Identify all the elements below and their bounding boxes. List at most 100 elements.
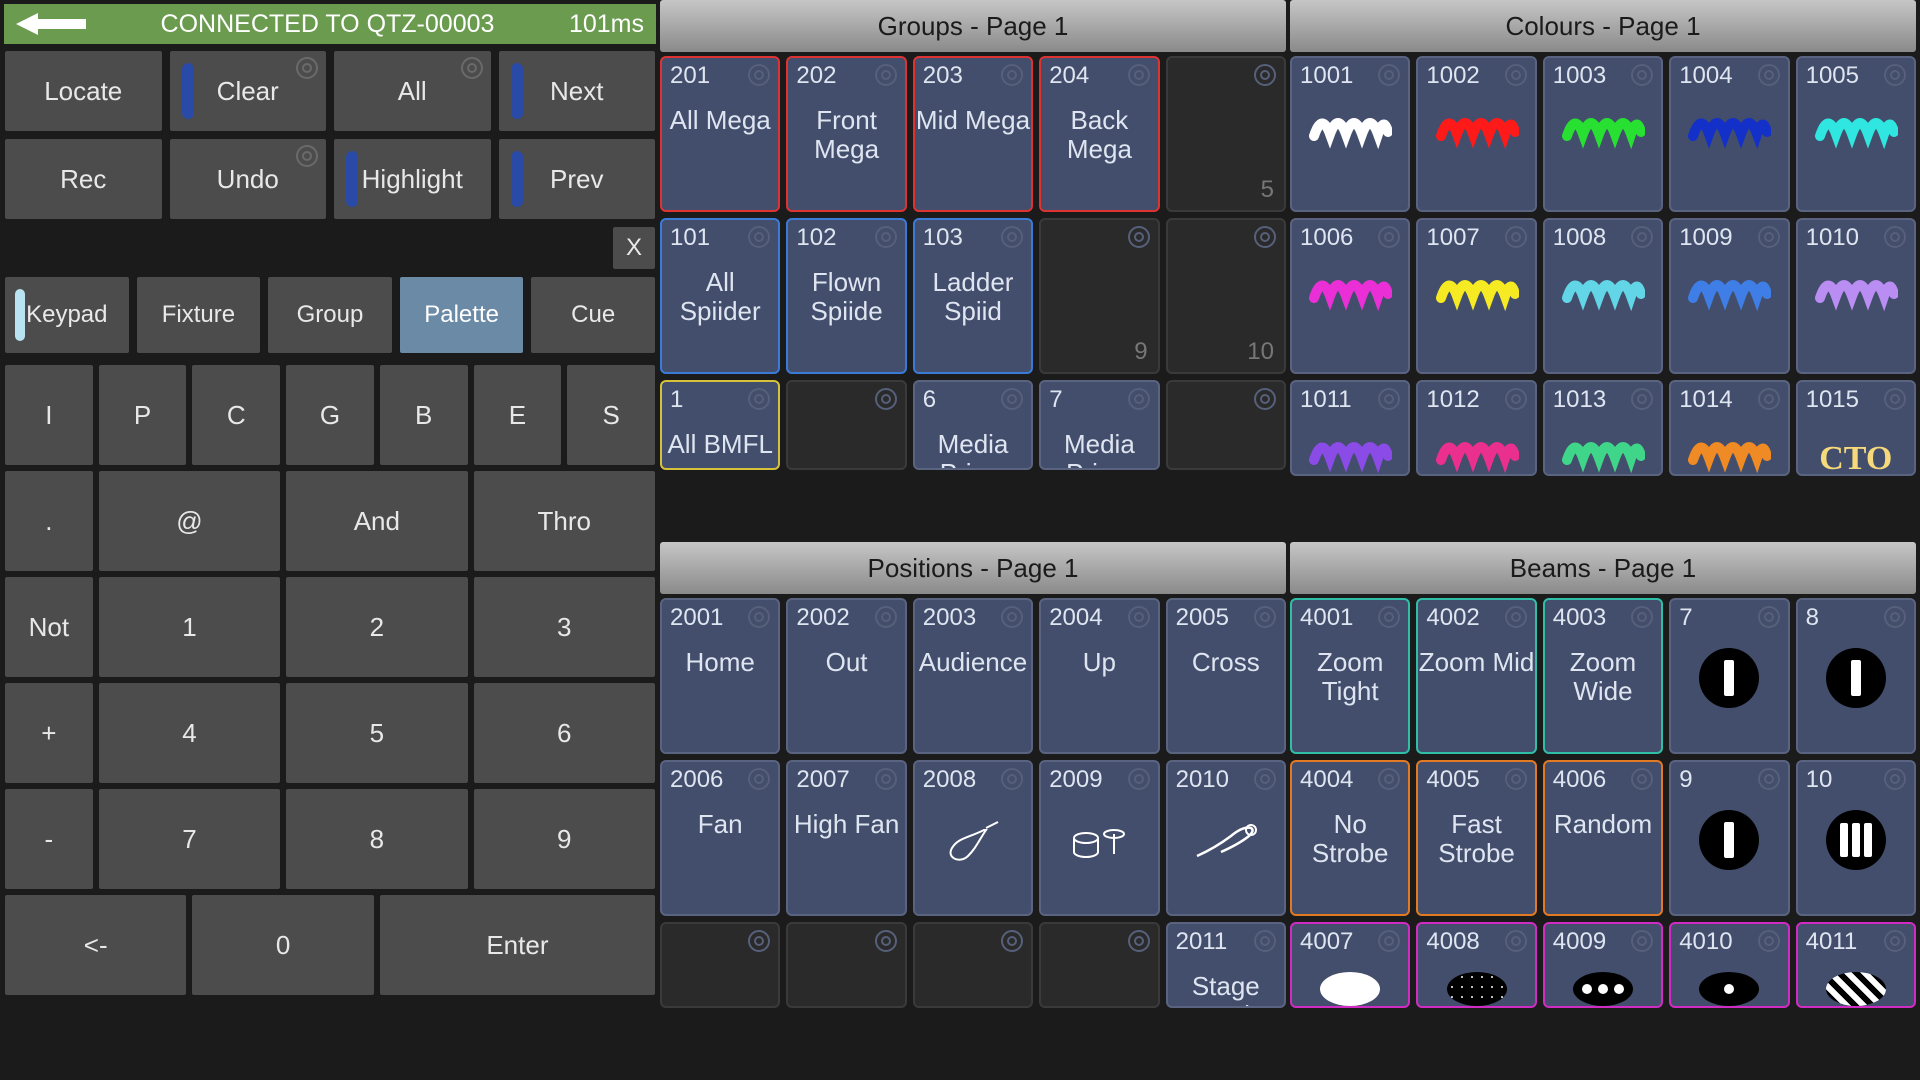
prev-button[interactable]: Prev (498, 138, 657, 220)
palette-cell-empty[interactable] (786, 380, 906, 470)
palette-cell-1004[interactable]: 1004 (1669, 56, 1789, 212)
palette-cell-empty[interactable]: 10 (1166, 218, 1286, 374)
rec-button[interactable]: Rec (4, 138, 163, 220)
palette-cell-7[interactable]: 7 (1669, 598, 1789, 754)
palette-cell-1003[interactable]: 1003 (1543, 56, 1663, 212)
palette-cell-2006[interactable]: 2006Fan (660, 760, 780, 916)
palette-cell-2005[interactable]: 2005Cross (1166, 598, 1286, 754)
clear-button[interactable]: Clear (169, 50, 328, 132)
palette-cell-203[interactable]: 203Mid Mega (913, 56, 1033, 212)
palette-cell-empty[interactable] (1166, 380, 1286, 470)
palette-cell-2008[interactable]: 2008 (913, 760, 1033, 916)
palette-cell-1002[interactable]: 1002 (1416, 56, 1536, 212)
colours-header[interactable]: Colours - Page 1 (1290, 0, 1916, 52)
palette-cell-201[interactable]: 201All Mega (660, 56, 780, 212)
palette-cell-8[interactable]: 8 (1796, 598, 1916, 754)
palette-cell-9[interactable]: 9 (1669, 760, 1789, 916)
key-enter[interactable]: Enter (379, 894, 656, 996)
palette-cell-7[interactable]: 7Media Prism Laver (1039, 380, 1159, 470)
palette-cell-4001[interactable]: 4001Zoom Tight (1290, 598, 1410, 754)
palette-cell-1015[interactable]: 1015CTO (1796, 380, 1916, 476)
palette-cell-4011[interactable]: 4011 (1796, 922, 1916, 1008)
key-+[interactable]: + (4, 682, 94, 784)
palette-cell-4009[interactable]: 4009 (1543, 922, 1663, 1008)
key-2[interactable]: 2 (285, 576, 468, 678)
key-C[interactable]: C (191, 364, 281, 466)
palette-cell-empty[interactable]: 5 (1166, 56, 1286, 212)
palette-cell-10[interactable]: 10 (1796, 760, 1916, 916)
key-Thro[interactable]: Thro (473, 470, 656, 572)
all-button[interactable]: All (333, 50, 492, 132)
highlight-button[interactable]: Highlight (333, 138, 492, 220)
key-8[interactable]: 8 (285, 788, 468, 890)
tab-cue[interactable]: Cue (530, 276, 656, 354)
palette-cell-204[interactable]: 204Back Mega (1039, 56, 1159, 212)
palette-cell-1[interactable]: 1All BMFL (660, 380, 780, 470)
palette-cell-102[interactable]: 102Flown Spiide (786, 218, 906, 374)
palette-cell-4010[interactable]: 4010 (1669, 922, 1789, 1008)
key-back[interactable]: <- (4, 894, 187, 996)
palette-cell-empty[interactable] (660, 922, 780, 1008)
palette-cell-1010[interactable]: 1010 (1796, 218, 1916, 374)
palette-cell-1009[interactable]: 1009 (1669, 218, 1789, 374)
key-7[interactable]: 7 (98, 788, 281, 890)
key-.[interactable]: . (4, 470, 94, 572)
palette-cell-empty[interactable]: 9 (1039, 218, 1159, 374)
palette-cell-4005[interactable]: 4005Fast Strobe (1416, 760, 1536, 916)
palette-cell-103[interactable]: 103Ladder Spiid (913, 218, 1033, 374)
palette-cell-1013[interactable]: 1013 (1543, 380, 1663, 476)
palette-cell-1001[interactable]: 1001 (1290, 56, 1410, 212)
palette-cell-1008[interactable]: 1008 (1543, 218, 1663, 374)
tab-fixture[interactable]: Fixture (136, 276, 262, 354)
palette-cell-2003[interactable]: 2003Audience (913, 598, 1033, 754)
palette-cell-empty[interactable] (1039, 922, 1159, 1008)
palette-cell-1012[interactable]: 1012 (1416, 380, 1536, 476)
tab-palette[interactable]: Palette (399, 276, 525, 354)
positions-header[interactable]: Positions - Page 1 (660, 542, 1286, 594)
close-button[interactable]: X (612, 226, 656, 270)
palette-cell-6[interactable]: 6Media Prism Laver (913, 380, 1033, 470)
beams-header[interactable]: Beams - Page 1 (1290, 542, 1916, 594)
key-B[interactable]: B (379, 364, 469, 466)
undo-button[interactable]: Undo (169, 138, 328, 220)
palette-cell-101[interactable]: 101All Spiider (660, 218, 780, 374)
next-button[interactable]: Next (498, 50, 657, 132)
key-9[interactable]: 9 (473, 788, 656, 890)
palette-cell-4007[interactable]: 4007 (1290, 922, 1410, 1008)
key-I[interactable]: I (4, 364, 94, 466)
palette-cell-1006[interactable]: 1006 (1290, 218, 1410, 374)
connection-bar[interactable]: CONNECTED TO QTZ-00003 101ms (4, 4, 656, 44)
palette-cell-2010[interactable]: 2010 (1166, 760, 1286, 916)
palette-cell-2001[interactable]: 2001Home (660, 598, 780, 754)
palette-cell-1007[interactable]: 1007 (1416, 218, 1536, 374)
palette-cell-4004[interactable]: 4004No Strobe (1290, 760, 1410, 916)
tab-keypad[interactable]: Keypad (4, 276, 130, 354)
palette-cell-4008[interactable]: 4008 (1416, 922, 1536, 1008)
key-5[interactable]: 5 (285, 682, 468, 784)
key-3[interactable]: 3 (473, 576, 656, 678)
palette-cell-empty[interactable] (913, 922, 1033, 1008)
palette-cell-2009[interactable]: 2009 (1039, 760, 1159, 916)
palette-cell-202[interactable]: 202Front Mega (786, 56, 906, 212)
palette-cell-1014[interactable]: 1014 (1669, 380, 1789, 476)
key-G[interactable]: G (285, 364, 375, 466)
key-@[interactable]: @ (98, 470, 281, 572)
palette-cell-2002[interactable]: 2002Out (786, 598, 906, 754)
key-And[interactable]: And (285, 470, 468, 572)
tab-group[interactable]: Group (267, 276, 393, 354)
groups-header[interactable]: Groups - Page 1 (660, 0, 1286, 52)
key-S[interactable]: S (566, 364, 656, 466)
key-4[interactable]: 4 (98, 682, 281, 784)
palette-cell-2011[interactable]: 2011Stage Wash (1166, 922, 1286, 1008)
palette-cell-2007[interactable]: 2007High Fan (786, 760, 906, 916)
palette-cell-empty[interactable] (786, 922, 906, 1008)
locate-button[interactable]: Locate (4, 50, 163, 132)
key--[interactable]: - (4, 788, 94, 890)
key-E[interactable]: E (473, 364, 563, 466)
key-0[interactable]: 0 (191, 894, 374, 996)
palette-cell-2004[interactable]: 2004Up (1039, 598, 1159, 754)
key-6[interactable]: 6 (473, 682, 656, 784)
back-arrow-icon[interactable] (16, 13, 86, 35)
key-P[interactable]: P (98, 364, 188, 466)
palette-cell-4006[interactable]: 4006Random (1543, 760, 1663, 916)
